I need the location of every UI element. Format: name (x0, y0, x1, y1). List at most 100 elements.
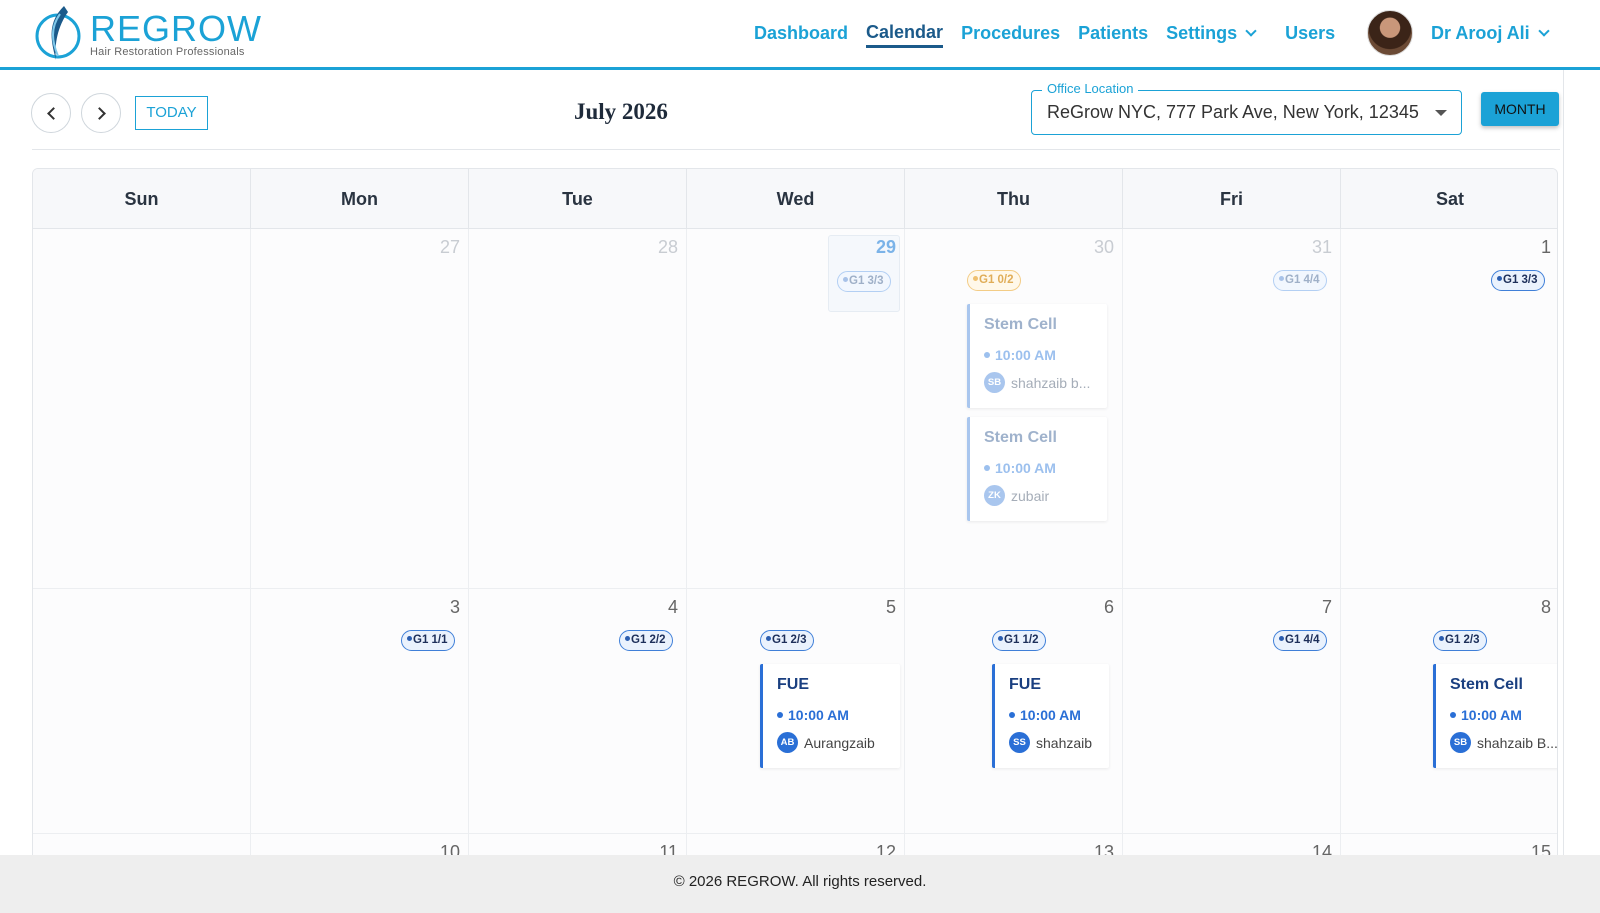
office-location-select[interactable]: Office Location ReGrow NYC, 777 Park Ave… (1031, 81, 1462, 135)
brand-tagline: Hair Restoration Professionals (90, 46, 245, 58)
day-cell[interactable]: 28 (469, 229, 687, 589)
appointment-time: 10:00 AM (777, 707, 849, 723)
nav-dashboard[interactable]: Dashboard (754, 18, 848, 48)
nav-procedures[interactable]: Procedures (961, 18, 1060, 48)
date-number: 7 (1321, 597, 1332, 617)
procedure-name: FUE (777, 676, 809, 693)
nav-patients[interactable]: Patients (1078, 18, 1148, 48)
appointment-time: 10:00 AM (984, 460, 1056, 476)
day-cell[interactable]: 4 G1 2/2 (469, 589, 687, 834)
capacity-badge[interactable]: G1 4/4 (1273, 270, 1327, 291)
day-cell[interactable]: 7 G1 4/4 (1123, 589, 1341, 834)
chevron-down-icon (1245, 25, 1257, 37)
day-cell[interactable]: 31 G1 4/4 (1123, 229, 1341, 589)
main-nav: Dashboard Calendar Procedures Patients S… (754, 18, 1353, 48)
capacity-badge[interactable]: G1 2/3 (1433, 630, 1487, 651)
nav-calendar[interactable]: Calendar (866, 18, 944, 48)
prev-month-button[interactable] (31, 93, 71, 133)
hair-strand-logo-icon (35, 6, 81, 60)
day-cell[interactable]: 6 G1 1/2 FUE 10:00 AM SS shahzaib (905, 589, 1123, 834)
weekday-fri: Fri (1123, 169, 1341, 229)
patient-name: shahzaib b... (1011, 374, 1091, 391)
content-border (1563, 70, 1564, 855)
status-dot-icon (1497, 276, 1502, 282)
user-name: Dr Arooj Ali (1431, 22, 1530, 43)
brand-name: REGROW (90, 8, 262, 49)
day-cell[interactable]: 1 G1 3/3 (1341, 229, 1557, 589)
today-button[interactable]: TODAY (135, 96, 208, 130)
capacity-badge[interactable]: G1 3/3 (1491, 270, 1545, 291)
day-cell[interactable]: 5 G1 2/3 FUE 10:00 AM AB Aurangzaib (687, 589, 905, 834)
appointment-card[interactable]: Stem Cell 10:00 AM SB shahzaib b... (967, 304, 1107, 408)
day-cell[interactable]: 3 G1 1/1 (251, 589, 469, 834)
month-title: July 2026 (574, 99, 668, 124)
appointment-card[interactable]: FUE 10:00 AM SS shahzaib (992, 664, 1109, 768)
status-dot-icon (1279, 276, 1284, 282)
date-number: 30 (1093, 237, 1114, 257)
patient-name: shahzaib B... (1477, 734, 1558, 751)
avatar[interactable] (1367, 10, 1413, 56)
appointment-time-label: 10:00 AM (1461, 707, 1522, 723)
month-view-button[interactable]: MONTH (1481, 92, 1559, 126)
status-dot-icon (407, 636, 412, 642)
patient-name: zubair (1011, 487, 1050, 504)
patient-initials-avatar: SB (1450, 732, 1471, 753)
month-calendar: Sun Mon Tue Wed Thu Fri Sat 27 28 29 G1 … (32, 168, 1558, 858)
patient-info: SS shahzaib (1009, 732, 1092, 753)
day-cell[interactable]: 8 G1 2/3 Stem Cell 10:00 AM SB shahzaib B… (1341, 589, 1558, 834)
weekday-sat: Sat (1435, 189, 1464, 209)
chevron-down-icon (1538, 25, 1550, 37)
user-name-dropdown[interactable]: Dr Arooj Ali (1431, 22, 1550, 44)
day-cell[interactable]: 30 G1 0/2 Stem Cell 10:00 AM SB shahzaib … (905, 229, 1123, 589)
capacity-badge-label: G1 2/2 (631, 634, 666, 646)
capacity-badge-label: G1 2/3 (1445, 634, 1480, 646)
appointment-card[interactable]: Stem Cell 10:00 AM ZK zubair (967, 417, 1107, 521)
patient-initials-avatar: ZK (984, 485, 1005, 506)
capacity-badge[interactable]: G1 1/2 (992, 630, 1046, 651)
date-number: 31 (1311, 237, 1332, 257)
day-cell[interactable] (33, 229, 251, 589)
date-number: 5 (885, 597, 896, 617)
appointment-card[interactable]: FUE 10:00 AM AB Aurangzaib (760, 664, 900, 768)
appointment-time-label: 10:00 AM (995, 347, 1056, 363)
weekday-tue: Tue (469, 169, 687, 229)
capacity-badge[interactable]: G1 3/3 (837, 271, 891, 292)
status-dot-icon (766, 636, 771, 642)
user-menu[interactable]: Dr Arooj Ali (1367, 10, 1550, 56)
patient-name: Aurangzaib (804, 734, 875, 751)
capacity-badge-label: G1 1/2 (1004, 634, 1039, 646)
day-cell[interactable]: 27 (251, 229, 469, 589)
weekday-wed: Wed (687, 169, 905, 229)
capacity-badge[interactable]: G1 2/3 (760, 630, 814, 651)
capacity-badge[interactable]: G1 1/1 (401, 630, 455, 651)
dropdown-caret-icon (1435, 110, 1447, 116)
time-dot-icon (1009, 712, 1015, 719)
status-dot-icon (973, 276, 978, 282)
calendar-toolbar: TODAY July 2026 Office Location ReGrow N… (0, 73, 1570, 151)
patient-initials-avatar: AB (777, 732, 798, 753)
nav-settings[interactable]: Settings (1166, 18, 1257, 48)
nav-users[interactable]: Users (1285, 18, 1335, 48)
appointment-card[interactable]: Stem Cell 10:00 AM SB shahzaib B... (1433, 664, 1558, 768)
next-month-button[interactable] (81, 93, 121, 133)
patient-info: ZK zubair (984, 485, 1049, 506)
day-cell[interactable] (33, 589, 251, 834)
status-dot-icon (1439, 636, 1444, 642)
time-dot-icon (984, 352, 990, 359)
brand-logo[interactable]: REGROW Hair Restoration Professionals (34, 4, 262, 64)
capacity-badge[interactable]: G1 0/2 (967, 270, 1021, 291)
toolbar-divider (32, 149, 1560, 150)
appointment-time: 10:00 AM (1450, 707, 1522, 723)
date-number: 28 (657, 237, 678, 257)
patient-info: AB Aurangzaib (777, 732, 875, 753)
capacity-badge-label: G1 3/3 (849, 275, 884, 287)
date-number: 27 (439, 237, 460, 257)
capacity-badge[interactable]: G1 2/2 (619, 630, 673, 651)
appointment-time: 10:00 AM (1009, 707, 1081, 723)
top-navbar: REGROW Hair Restoration Professionals Da… (0, 0, 1600, 70)
capacity-badge[interactable]: G1 4/4 (1273, 630, 1327, 651)
status-dot-icon (1279, 636, 1284, 642)
capacity-badge-label: G1 2/3 (772, 634, 807, 646)
day-cell[interactable]: 29 G1 3/3 (687, 229, 905, 589)
time-dot-icon (777, 712, 783, 719)
